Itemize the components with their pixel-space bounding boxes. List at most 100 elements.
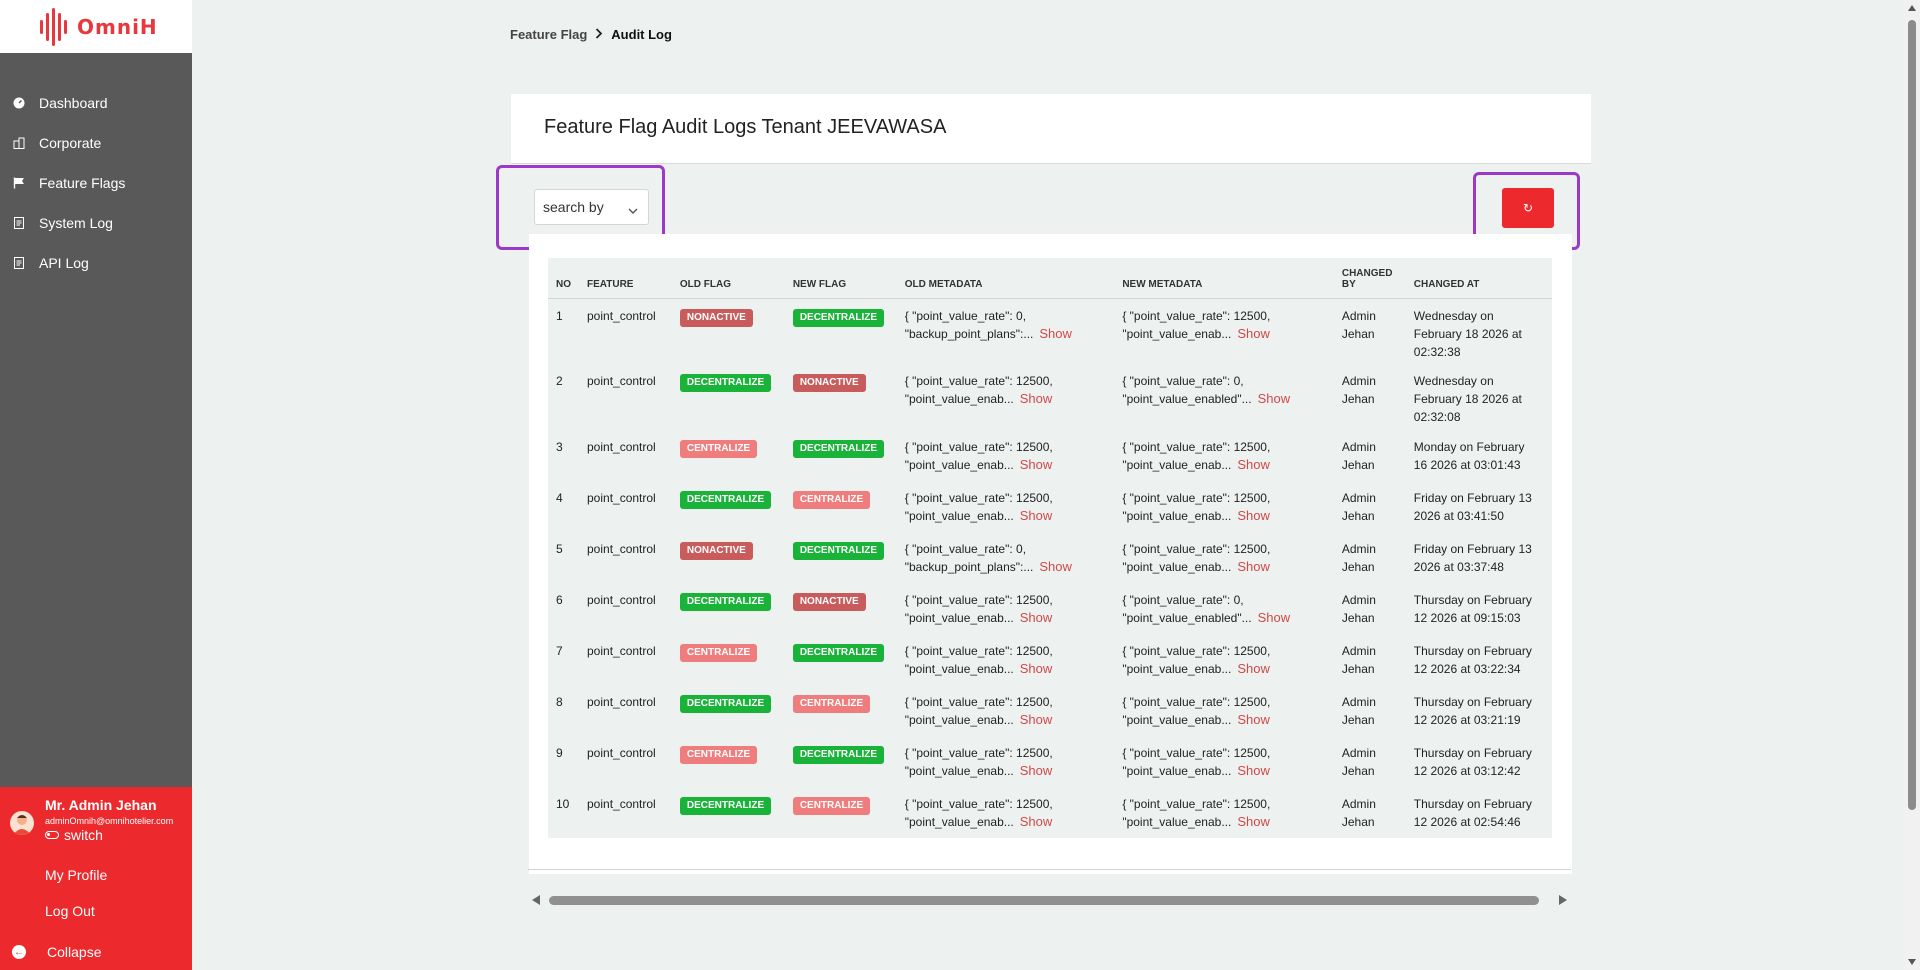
cell-feature: point_control <box>587 308 656 323</box>
cell-no: 6 <box>556 593 563 607</box>
changed-at-line2: 12 2026 at 03:21:19 <box>1413 713 1521 727</box>
changed-at-line1: Thursday on February <box>1413 593 1532 607</box>
old-metadata-line1: { "point_value_rate": 0, <box>904 542 1027 556</box>
cell-changed-by: Admin Jehan <box>1334 583 1406 634</box>
changed-at-line2: 2026 at 03:37:48 <box>1413 560 1504 574</box>
cell-feature: point_control <box>587 797 656 811</box>
sidebar-item-feature-flags[interactable]: Feature Flags <box>0 163 192 203</box>
vertical-scrollbar[interactable] <box>1904 0 1920 970</box>
new-metadata-line1: { "point_value_rate": 12500, <box>1122 491 1271 505</box>
breadcrumb-parent[interactable]: Feature Flag <box>510 27 587 42</box>
show-new-metadata-link[interactable]: Show <box>1237 508 1270 523</box>
changed-by-line2: Jehan <box>1341 815 1375 829</box>
sidebar-item-corporate[interactable]: Corporate <box>0 123 192 163</box>
sidebar-item-dashboard[interactable]: Dashboard <box>0 83 192 123</box>
show-new-metadata-link[interactable]: Show <box>1237 326 1270 341</box>
show-old-metadata-link[interactable]: Show <box>1039 326 1072 341</box>
table-row: 1 point_control NONACTIVE DECENTRALIZE { "po… <box>548 298 1552 364</box>
cell-old-flag: CENTRALIZE <box>672 430 785 481</box>
logo[interactable]: OmniH <box>0 0 192 53</box>
show-old-metadata-link[interactable]: Show <box>1020 457 1053 472</box>
cell-changed-at: Friday on February 13 2026 at 03:41:50 <box>1406 481 1552 532</box>
logout-link[interactable]: Log Out <box>45 903 95 919</box>
sidebar-item-system-log[interactable]: System Log <box>0 203 192 243</box>
cell-changed-by: Admin Jehan <box>1334 685 1406 736</box>
changed-at-line1: Wednesday on <box>1413 308 1494 323</box>
old-flag-badge: CENTRALIZE <box>679 644 758 662</box>
cell-old-metadata: { "point_value_rate": 12500, "point_value… <box>897 583 1115 634</box>
show-new-metadata-link[interactable]: Show <box>1237 712 1270 727</box>
new-metadata-line2: "point_value_enab... <box>1122 458 1232 472</box>
new-metadata-line2: "point_value_enabled"... <box>1122 611 1252 625</box>
cell-new-metadata: { "point_value_rate": 12500, "point_value… <box>1114 787 1334 838</box>
table-row: 9 point_control CENTRALIZE DECENTRALIZE { "p… <box>548 736 1552 787</box>
new-metadata-line2: "point_value_enab... <box>1122 815 1232 829</box>
scroll-right-icon[interactable] <box>1559 895 1567 905</box>
scroll-down-icon[interactable] <box>1908 959 1916 965</box>
show-old-metadata-link[interactable]: Show <box>1020 391 1053 406</box>
card-header: Feature Flag Audit Logs Tenant JEEVAWASA <box>511 94 1591 164</box>
cell-feature: point_control <box>587 374 656 388</box>
chevron-right-icon <box>595 27 603 42</box>
new-metadata-line2: "point_value_enab... <box>1122 509 1232 523</box>
breadcrumb-current: Audit Log <box>611 27 672 42</box>
show-new-metadata-link[interactable]: Show <box>1258 391 1291 406</box>
old-metadata-line1: { "point_value_rate": 12500, <box>904 695 1053 709</box>
old-metadata-line1: { "point_value_rate": 12500, <box>904 491 1053 505</box>
show-old-metadata-link[interactable]: Show <box>1020 814 1053 829</box>
collapse-button[interactable]: ← Collapse <box>12 944 101 960</box>
show-new-metadata-link[interactable]: Show <box>1237 661 1270 676</box>
show-new-metadata-link[interactable]: Show <box>1237 814 1270 829</box>
cell-changed-at: Thursday on February 12 2026 at 03:22:34 <box>1406 634 1552 685</box>
sidebar-item-api-log[interactable]: API Log <box>0 243 192 283</box>
show-old-metadata-link[interactable]: Show <box>1039 559 1072 574</box>
scroll-up-icon[interactable] <box>1908 5 1916 11</box>
scroll-left-icon[interactable] <box>532 895 540 905</box>
cell-changed-at: Monday on February 16 2026 at 03:01:43 <box>1406 430 1552 481</box>
cell-feature: point_control <box>587 542 656 556</box>
show-new-metadata-link[interactable]: Show <box>1237 457 1270 472</box>
cell-old-flag: DECENTRALIZE <box>672 364 785 430</box>
horizontal-scrollbar[interactable] <box>528 892 1571 908</box>
cell-new-metadata: { "point_value_rate": 12500, "point_value… <box>1114 736 1334 787</box>
new-metadata-line1: { "point_value_rate": 12500, <box>1122 440 1271 454</box>
new-flag-badge: DECENTRALIZE <box>792 308 885 327</box>
show-old-metadata-link[interactable]: Show <box>1020 508 1053 523</box>
user-panel: Mr. Admin Jehan adminOmnih@omnihotelier.… <box>0 787 192 970</box>
show-old-metadata-link[interactable]: Show <box>1020 610 1053 625</box>
sidebar-nav: Dashboard Corporate Feature Flags System… <box>0 83 192 283</box>
new-metadata-line1: { "point_value_rate": 12500, <box>1122 542 1271 556</box>
show-old-metadata-link[interactable]: Show <box>1020 661 1053 676</box>
cell-new-metadata: { "point_value_rate": 0, "point_value_ena… <box>1114 583 1334 634</box>
old-metadata-line1: { "point_value_rate": 12500, <box>904 374 1053 388</box>
switch-toggle[interactable]: switch <box>45 827 173 843</box>
cell-feature: point_control <box>587 644 656 658</box>
scrollbar-thumb[interactable] <box>549 896 1539 905</box>
cell-new-metadata: { "point_value_rate": 0, "point_value_ena… <box>1114 364 1334 430</box>
cell-new-metadata: { "point_value_rate": 12500, "point_value… <box>1114 634 1334 685</box>
document-icon <box>13 217 25 229</box>
show-new-metadata-link[interactable]: Show <box>1258 610 1291 625</box>
my-profile-link[interactable]: My Profile <box>45 867 107 883</box>
show-new-metadata-link[interactable]: Show <box>1237 763 1270 778</box>
show-old-metadata-link[interactable]: Show <box>1020 763 1053 778</box>
avatar[interactable] <box>10 811 34 835</box>
cell-old-flag: NONACTIVE <box>672 298 785 364</box>
changed-by-line1: Admin <box>1341 440 1376 454</box>
refresh-button[interactable]: ↻ <box>1502 188 1554 228</box>
show-old-metadata-link[interactable]: Show <box>1020 712 1053 727</box>
changed-at-line1: Thursday on February <box>1413 797 1532 811</box>
cell-old-metadata: { "point_value_rate": 12500, "point_value… <box>897 481 1115 532</box>
show-new-metadata-link[interactable]: Show <box>1237 559 1270 574</box>
table-row: 3 point_control CENTRALIZE DECENTRALIZE { "p… <box>548 430 1552 481</box>
sidebar: OmniH Dashboard Corporate Feature Flags … <box>0 0 192 970</box>
cell-no: 1 <box>556 308 563 323</box>
cell-old-flag: DECENTRALIZE <box>672 583 785 634</box>
cell-old-metadata: { "point_value_rate": 12500, "point_value… <box>897 364 1115 430</box>
old-flag-badge: DECENTRALIZE <box>679 797 772 815</box>
old-metadata-line1: { "point_value_rate": 0, <box>904 308 1027 323</box>
vertical-scrollbar-thumb[interactable] <box>1908 20 1916 810</box>
table-header-row: NO FEATURE OLD FLAG NEW FLAG OLD METADAT… <box>548 258 1552 299</box>
new-metadata-line2: "point_value_enabled"... <box>1122 392 1252 406</box>
search-by-select[interactable]: search by <box>534 189 649 225</box>
